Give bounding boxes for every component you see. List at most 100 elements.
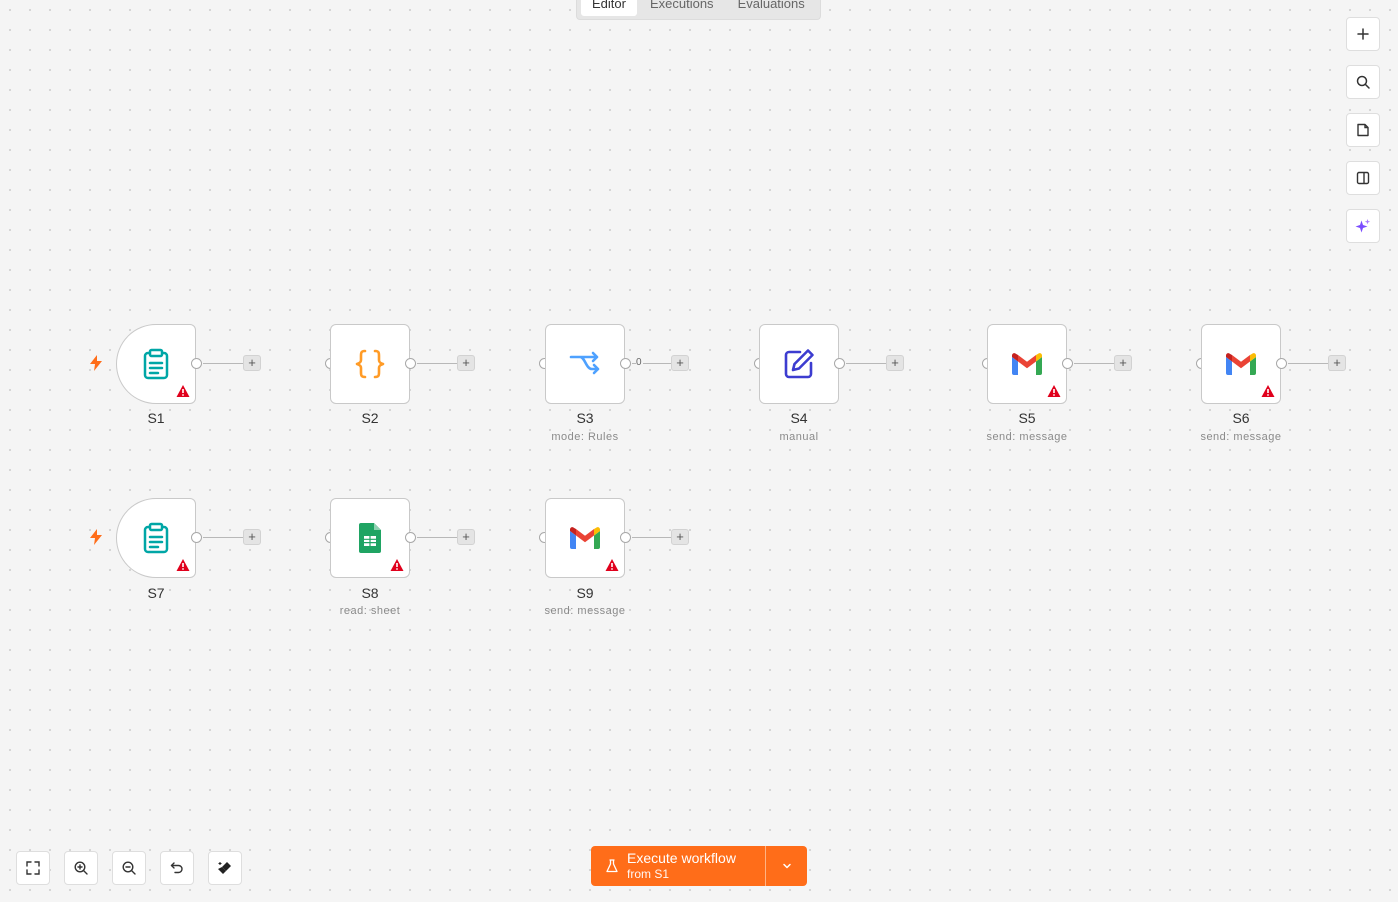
search-nodes-button[interactable] [1346, 65, 1380, 99]
node-title: S2 [361, 410, 379, 426]
zoom-out-icon [122, 861, 136, 875]
execute-options-dropdown[interactable] [765, 846, 807, 886]
undo-button[interactable] [160, 851, 194, 885]
node-s8[interactable] [330, 498, 410, 578]
google-sheets-icon [359, 523, 381, 553]
trigger-bolt-icon [90, 355, 102, 371]
node-s3[interactable] [545, 324, 625, 404]
search-icon [1356, 75, 1370, 89]
connector-line [417, 363, 457, 364]
warning-icon [390, 559, 404, 571]
execute-title: Execute workflow [627, 849, 736, 866]
node-title: S1 [147, 410, 165, 426]
add-next-node-button[interactable]: + [671, 529, 689, 545]
add-next-node-button[interactable]: + [1114, 355, 1132, 371]
add-next-node-button[interactable]: + [457, 355, 475, 371]
output-label: 0 [636, 357, 642, 368]
warning-icon [605, 559, 619, 571]
node-s4[interactable] [759, 324, 839, 404]
warning-icon [1261, 385, 1275, 397]
node-subtitle: mode: Rules [551, 431, 619, 443]
node-subtitle: manual [779, 431, 819, 443]
node-subtitle: send: message [544, 605, 626, 617]
output-handle[interactable] [1276, 358, 1287, 369]
node-title: S7 [147, 585, 165, 601]
node-s1[interactable] [116, 324, 196, 404]
node-s7[interactable] [116, 498, 196, 578]
output-handle[interactable] [191, 358, 202, 369]
ai-assistant-button[interactable] [1346, 209, 1380, 243]
add-sticky-button[interactable] [1346, 113, 1380, 147]
node-title: S6 [1232, 410, 1250, 426]
node-title: S8 [361, 585, 379, 601]
trigger-bolt-icon [90, 529, 102, 545]
warning-icon [1047, 385, 1061, 397]
sticky-note-icon [1357, 123, 1369, 137]
connector-line [203, 537, 243, 538]
switch-icon [569, 351, 600, 375]
execute-workflow-button-group: Execute workflow from S1 [591, 846, 807, 886]
output-handle[interactable] [620, 358, 631, 369]
warning-icon [176, 385, 190, 397]
node-subtitle: send: message [986, 431, 1068, 443]
connector-line [846, 363, 886, 364]
node-s9[interactable] [545, 498, 625, 578]
tab-editor[interactable]: Editor [581, 0, 637, 16]
toggle-panel-button[interactable] [1346, 161, 1380, 195]
panel-icon [1356, 171, 1370, 185]
tidy-up-icon [218, 862, 231, 874]
add-next-node-button[interactable]: + [243, 529, 261, 545]
clipboard-icon [143, 348, 169, 380]
flask-icon [606, 859, 618, 873]
connector-line [417, 537, 457, 538]
warning-icon [176, 559, 190, 571]
node-title: S3 [576, 410, 594, 426]
gmail-icon [570, 527, 600, 549]
add-next-node-button[interactable]: + [457, 529, 475, 545]
clipboard-icon [143, 522, 169, 554]
tab-evaluations[interactable]: Evaluations [727, 0, 816, 16]
add-next-node-button[interactable]: + [1328, 355, 1346, 371]
add-next-node-button[interactable]: + [886, 355, 904, 371]
node-s2[interactable] [330, 324, 410, 404]
connector-line [643, 363, 671, 364]
node-s6[interactable] [1201, 324, 1281, 404]
view-tabs: Editor Executions Evaluations [576, 0, 821, 20]
tab-executions[interactable]: Executions [639, 0, 725, 16]
node-s5[interactable] [987, 324, 1067, 404]
zoom-in-icon [74, 861, 88, 875]
undo-icon [170, 862, 183, 874]
tidy-up-button[interactable] [208, 851, 242, 885]
node-subtitle: read: sheet [339, 605, 401, 617]
output-handle[interactable] [405, 358, 416, 369]
connector-line [203, 363, 243, 364]
output-handle[interactable] [834, 358, 845, 369]
fit-view-icon [26, 861, 40, 875]
node-subtitle: send: message [1200, 431, 1282, 443]
ai-sparkle-icon [1355, 219, 1371, 233]
gmail-icon [1012, 353, 1042, 375]
node-title: S4 [790, 410, 808, 426]
output-handle[interactable] [405, 532, 416, 543]
chevron-down-icon [782, 863, 791, 869]
execute-subtitle: from S1 [627, 867, 670, 882]
node-title: S9 [576, 585, 594, 601]
node-title: S5 [1018, 410, 1036, 426]
zoom-out-button[interactable] [112, 851, 146, 885]
add-next-node-button[interactable]: + [243, 355, 261, 371]
code-braces-icon [355, 349, 385, 379]
connector-line [1074, 363, 1114, 364]
add-next-node-button[interactable]: + [671, 355, 689, 371]
connector-line [632, 537, 671, 538]
output-handle[interactable] [620, 532, 631, 543]
edit-icon [784, 349, 814, 379]
zoom-in-button[interactable] [64, 851, 98, 885]
output-handle[interactable] [191, 532, 202, 543]
add-node-button[interactable] [1346, 17, 1380, 51]
connector-line [1288, 363, 1328, 364]
execute-workflow-button[interactable]: Execute workflow from S1 [591, 846, 765, 886]
gmail-icon [1226, 353, 1256, 375]
fit-view-button[interactable] [16, 851, 50, 885]
output-handle[interactable] [1062, 358, 1073, 369]
plus-icon [1357, 28, 1369, 40]
